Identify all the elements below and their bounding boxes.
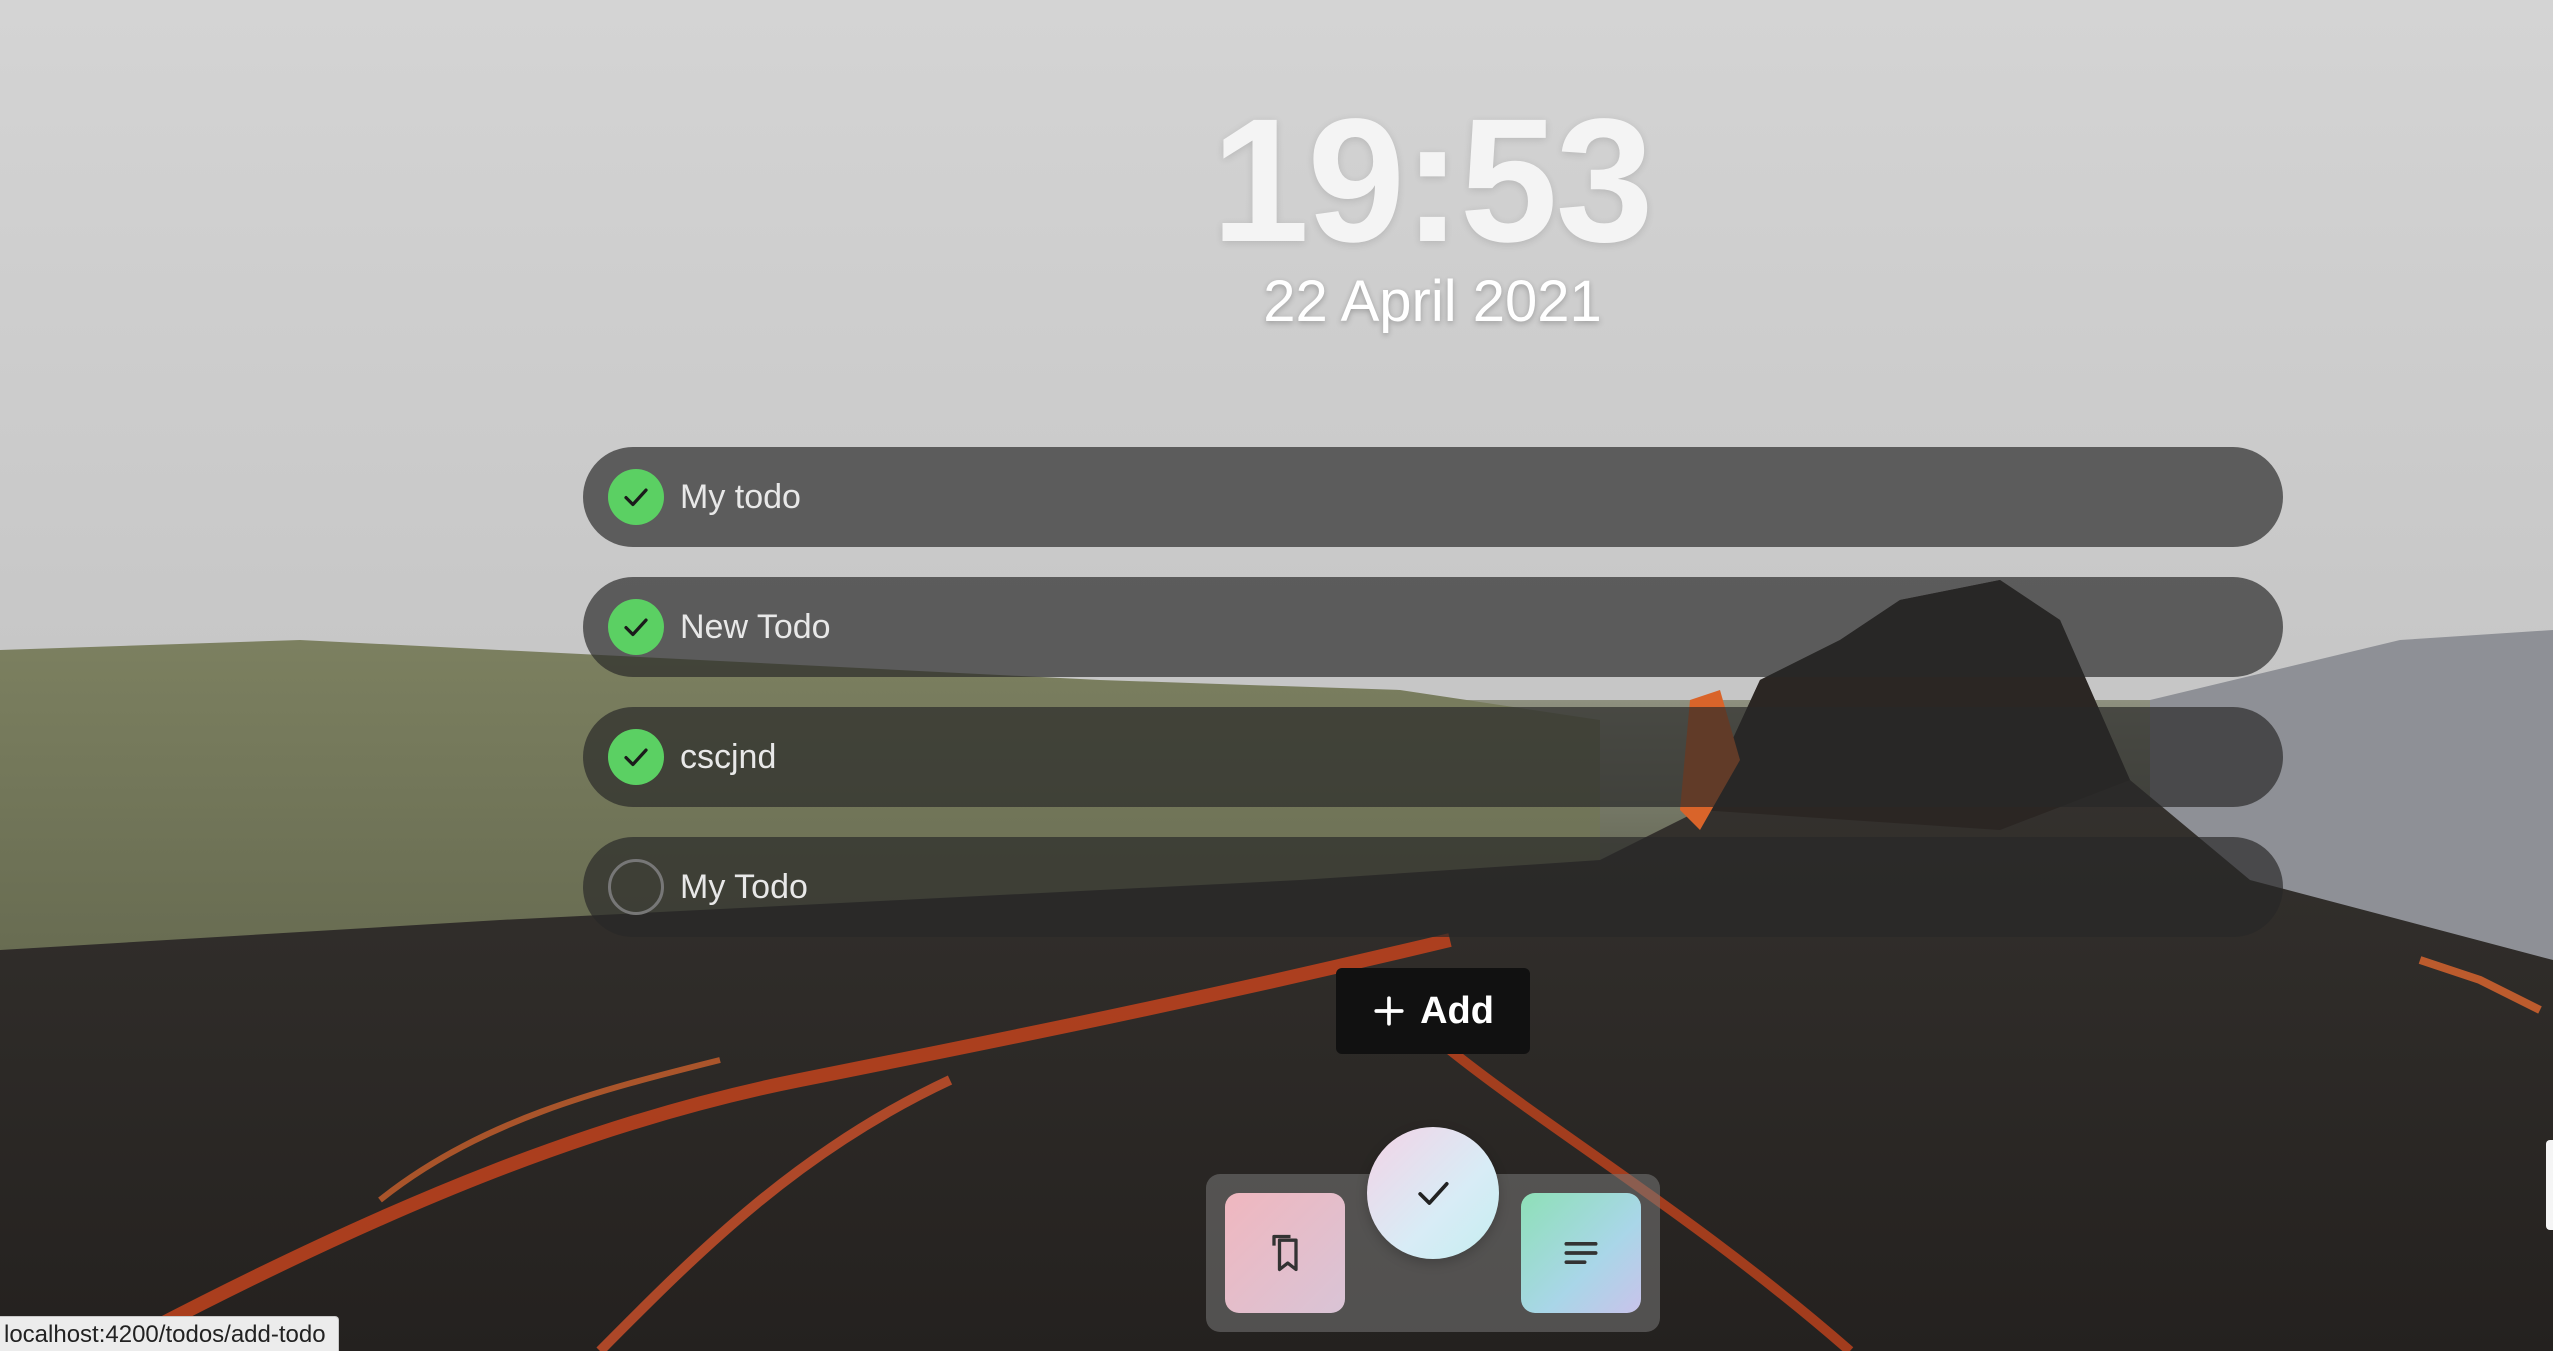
status-bar-url: localhost:4200/todos/add-todo bbox=[0, 1316, 339, 1351]
todo-label: New Todo bbox=[680, 607, 831, 646]
todo-list: My todo New Todo cscjnd My Todo bbox=[583, 447, 2283, 967]
add-button-label: Add bbox=[1420, 989, 1494, 1032]
todo-item[interactable]: My todo bbox=[583, 447, 2283, 547]
bookmarks-button[interactable] bbox=[1225, 1193, 1345, 1313]
plus-icon bbox=[1372, 994, 1406, 1028]
check-icon bbox=[624, 488, 648, 507]
todo-label: cscjnd bbox=[680, 737, 777, 776]
clock-date: 22 April 2021 bbox=[1263, 269, 1602, 334]
todo-label: My Todo bbox=[680, 867, 808, 906]
todo-checkbox-checked[interactable] bbox=[608, 729, 664, 785]
check-icon bbox=[1418, 1182, 1449, 1205]
bookmarks-icon bbox=[1272, 1234, 1298, 1272]
add-todo-button[interactable]: Add bbox=[1336, 968, 1530, 1054]
app-background: 19:53 22 April 2021 My todo New Todo csc… bbox=[0, 0, 2553, 1351]
todo-checkbox-checked[interactable] bbox=[608, 599, 664, 655]
edge-tab bbox=[2546, 1140, 2553, 1230]
todo-item[interactable]: My Todo bbox=[583, 837, 2283, 937]
todo-checkbox-unchecked[interactable] bbox=[608, 859, 664, 915]
todo-item[interactable]: New Todo bbox=[583, 577, 2283, 677]
notes-icon bbox=[1564, 1242, 1598, 1264]
todo-label: My todo bbox=[680, 477, 801, 516]
todo-item[interactable]: cscjnd bbox=[583, 707, 2283, 807]
todo-checkbox-checked[interactable] bbox=[608, 469, 664, 525]
check-icon bbox=[624, 618, 648, 637]
clock-time: 19:53 bbox=[1211, 83, 1653, 279]
check-icon bbox=[624, 748, 648, 767]
notes-button[interactable] bbox=[1521, 1193, 1641, 1313]
todos-nav-button[interactable] bbox=[1367, 1127, 1499, 1259]
